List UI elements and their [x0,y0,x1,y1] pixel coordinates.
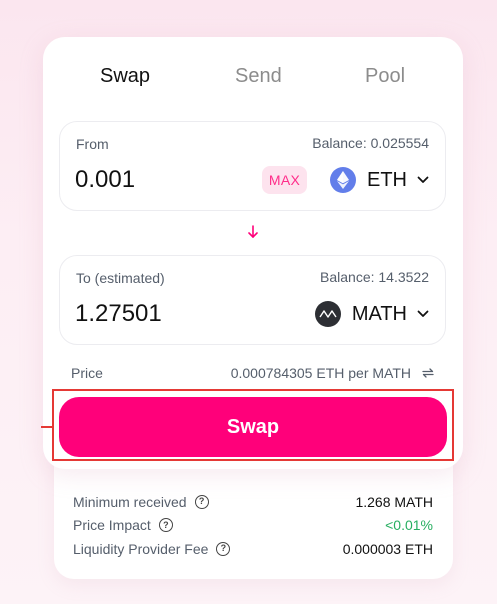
detail-row-price-impact: Price Impact ? <0.01% [73,514,433,538]
to-label: To (estimated) [76,270,165,286]
to-amount-input[interactable] [75,299,245,329]
to-balance: Balance: 14.3522 [320,269,429,285]
swap-button[interactable]: Swap [59,397,447,457]
math-icon [314,301,341,327]
tab-bar: Swap Send Pool [43,65,463,91]
from-label: From [76,136,109,152]
detail-label: Liquidity Provider Fee [73,540,209,557]
tab-pool[interactable]: Pool [365,65,405,88]
to-token-name: MATH [351,302,407,325]
detail-value: <0.01% [385,517,433,534]
to-token-select[interactable]: MATH [314,300,429,328]
from-balance: Balance: 0.025554 [312,135,429,151]
question-icon[interactable]: ? [216,541,231,556]
eth-icon [330,167,356,193]
price-row: Price 0.000784305 ETH per MATH [71,364,435,382]
price-value: 0.000784305 ETH per MATH [230,365,411,381]
from-amount-input[interactable] [75,165,245,195]
question-icon[interactable]: ? [158,518,173,533]
trade-details-panel: Minimum received ? 1.268 MATH Price Impa… [54,452,453,579]
from-token-select[interactable]: ETH [330,166,429,194]
chevron-down-icon [417,176,429,184]
arrow-down-icon[interactable] [246,223,260,241]
chevron-down-icon [417,310,429,318]
detail-value: 0.000003 ETH [342,540,433,557]
from-token-panel: From Balance: 0.025554 MAX ETH [59,121,446,211]
detail-row-liquidity-provider-fee: Liquidity Provider Fee ? 0.000003 ETH [73,537,433,561]
detail-label: Minimum received [73,493,187,510]
tab-send[interactable]: Send [235,65,282,88]
detail-label: Price Impact [73,517,151,534]
price-label: Price [71,365,103,381]
tab-swap[interactable]: Swap [100,65,150,88]
to-token-panel: To (estimated) Balance: 14.3522 MATH [59,255,446,345]
question-icon[interactable]: ? [194,494,209,509]
from-token-name: ETH [367,168,407,191]
highlight-pointer-line [41,426,52,428]
max-button[interactable]: MAX [262,166,307,194]
swap-rate-icon[interactable] [421,366,435,380]
detail-value: 1.268 MATH [355,493,433,510]
detail-row-minimum-received: Minimum received ? 1.268 MATH [73,490,433,514]
swap-card: Swap Send Pool From Balance: 0.025554 MA… [43,37,463,469]
